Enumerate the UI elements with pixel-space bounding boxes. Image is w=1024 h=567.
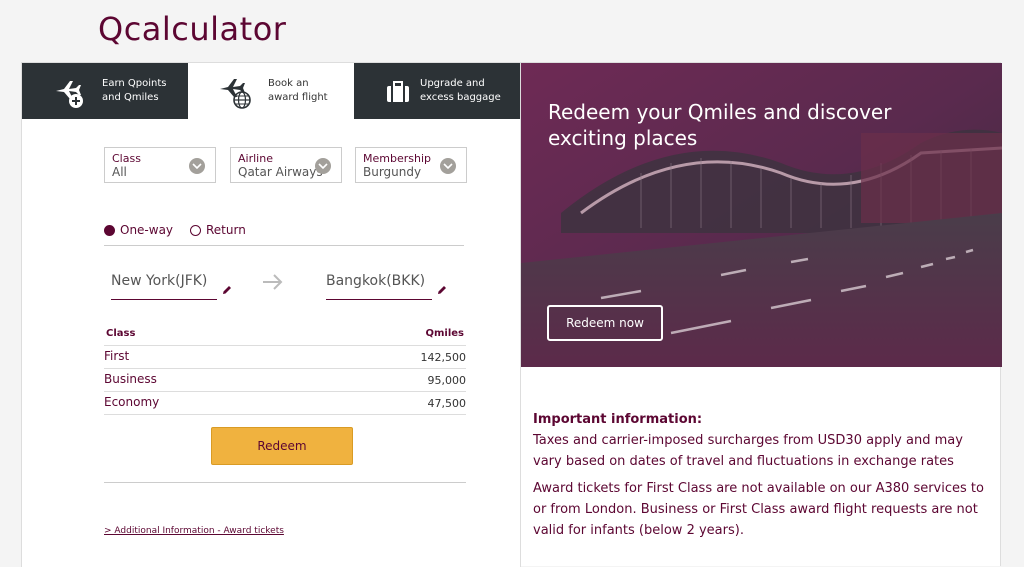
info-paragraph: Award tickets for First Class are not av…: [533, 481, 984, 538]
arrow-right-icon: [263, 274, 283, 290]
calculator-panel: Earn Qpoints and Qmiles Book an award fl…: [21, 62, 521, 567]
tab-upgrade-line1: Upgrade and: [420, 78, 485, 89]
radio-selected-icon: [104, 224, 115, 236]
additional-info-link[interactable]: > Additional Information - Award tickets: [104, 526, 284, 536]
row-class: Business: [104, 372, 157, 386]
destination-field[interactable]: Bangkok(BKK): [326, 273, 432, 300]
tab-earn-label: Earn Qpoints and Qmiles: [102, 77, 186, 105]
tab-upgrade-baggage[interactable]: Upgrade and excess baggage: [354, 63, 520, 119]
return-label: Return: [206, 223, 246, 237]
airline-dropdown[interactable]: Airline Qatar Airways: [230, 147, 342, 183]
chevron-down-icon: [315, 158, 331, 174]
one-way-radio[interactable]: One-way: [104, 223, 173, 237]
divider: [104, 482, 466, 483]
table-row: Economy 47,500: [104, 392, 466, 415]
tab-upgrade-line2: excess baggage: [420, 92, 501, 103]
membership-dropdown-label: Membership: [363, 152, 431, 165]
tab-earn-qpoints[interactable]: Earn Qpoints and Qmiles: [22, 63, 188, 119]
return-radio[interactable]: Return: [190, 223, 246, 237]
tab-earn-line1: Earn Qpoints: [102, 78, 167, 89]
hero-banner: Redeem your Qmiles and discover exciting…: [521, 63, 1002, 367]
hero-title: Redeem your Qmiles and discover exciting…: [548, 100, 892, 150]
table-row: Business 95,000: [104, 369, 466, 392]
pencil-icon[interactable]: [221, 284, 233, 296]
class-dropdown[interactable]: Class All: [104, 147, 216, 183]
important-info: Important information: Taxes and carrier…: [533, 409, 993, 547]
row-miles: 142,500: [420, 351, 467, 364]
trip-type-group: One-way Return: [104, 223, 464, 246]
info-paragraph: Taxes and carrier-imposed surcharges fro…: [533, 433, 963, 469]
radio-empty-icon: [190, 224, 201, 236]
suitcase-icon: [387, 81, 409, 102]
membership-dropdown-value: Burgundy: [363, 165, 422, 179]
row-class: Economy: [104, 395, 160, 409]
tab-earn-line2: and Qmiles: [102, 92, 159, 103]
row-miles: 95,000: [427, 374, 467, 387]
tab-book-label: Book an award flight: [268, 77, 352, 105]
one-way-label: One-way: [120, 223, 174, 237]
row-miles: 47,500: [427, 397, 467, 410]
table-row: First 142,500: [104, 346, 466, 369]
chevron-down-icon: [189, 158, 205, 174]
page-title: Qcalculator: [98, 10, 287, 48]
plane-globe-icon: [220, 79, 251, 109]
info-heading: Important information:: [533, 412, 703, 427]
pencil-icon[interactable]: [436, 284, 448, 296]
class-dropdown-value: All: [112, 165, 127, 179]
class-dropdown-label: Class: [112, 152, 141, 165]
plane-plus-icon: [56, 81, 83, 108]
header-class: Class: [106, 328, 136, 339]
chevron-down-icon: [440, 158, 456, 174]
tab-upgrade-label: Upgrade and excess baggage: [420, 77, 504, 105]
row-class: First: [104, 349, 130, 363]
airline-dropdown-label: Airline: [238, 152, 273, 165]
redeem-now-button[interactable]: Redeem now: [547, 305, 663, 341]
header-qmiles: Qmiles: [425, 328, 464, 339]
promo-panel: Redeem your Qmiles and discover exciting…: [520, 62, 1002, 566]
redeem-button[interactable]: Redeem: [211, 427, 353, 465]
airline-dropdown-value: Qatar Airways: [238, 165, 323, 179]
membership-dropdown[interactable]: Membership Burgundy: [355, 147, 467, 183]
tab-bar: Earn Qpoints and Qmiles Book an award fl…: [22, 63, 520, 119]
tab-book-line2: award flight: [268, 92, 328, 103]
table-header: Class Qmiles: [104, 325, 466, 346]
origin-field[interactable]: New York(JFK): [111, 273, 217, 300]
tab-book-line1: Book an: [268, 78, 309, 89]
tab-book-award[interactable]: Book an award flight: [188, 63, 354, 119]
miles-table: Class Qmiles First 142,500 Business 95,0…: [104, 325, 466, 415]
